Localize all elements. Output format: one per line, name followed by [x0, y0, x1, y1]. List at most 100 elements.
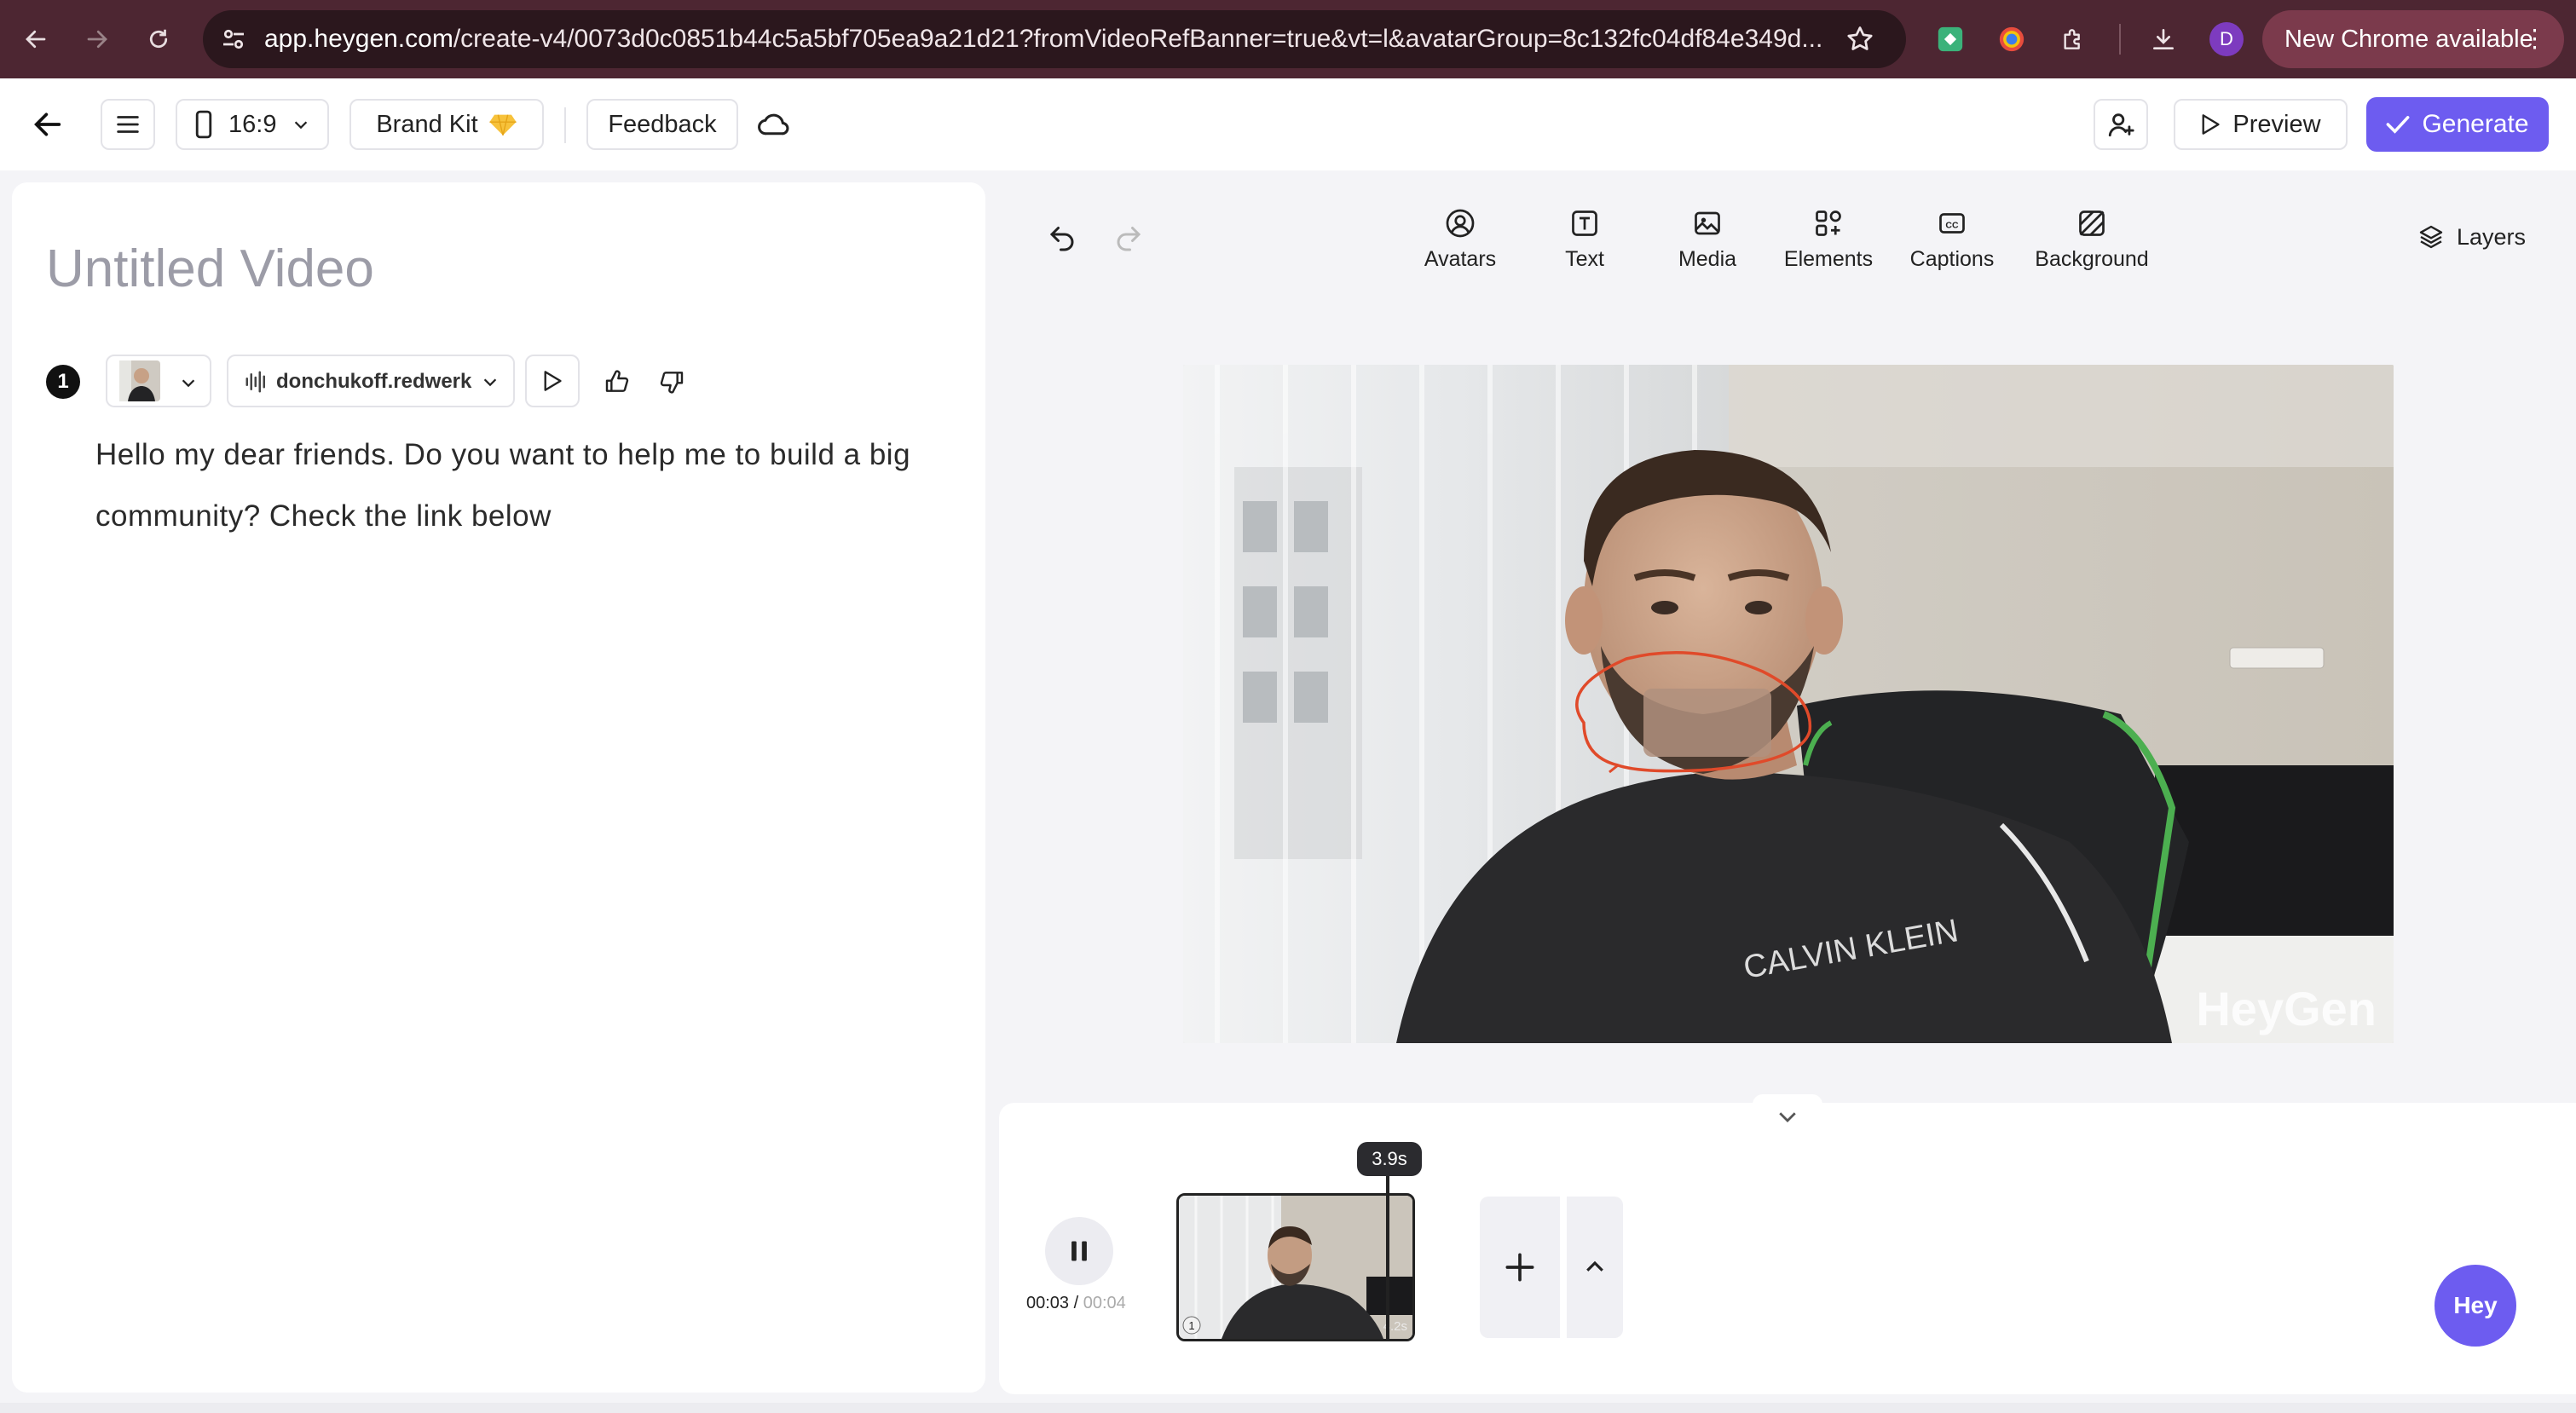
feedback-button[interactable]: Feedback: [586, 99, 738, 150]
extension-color-icon[interactable]: [1991, 19, 2032, 60]
avatar-select[interactable]: [106, 355, 211, 407]
clip-thumbnail: 1 4.2s: [1179, 1196, 1412, 1339]
menu-button[interactable]: [101, 99, 155, 150]
background-pattern-icon: [2079, 211, 2105, 236]
back-arrow-icon[interactable]: [15, 19, 56, 60]
heygen-watermark: HeyGen: [2196, 982, 2377, 1035]
tool-text[interactable]: Text: [1538, 208, 1632, 272]
toolbar-divider: [2119, 24, 2121, 55]
tool-avatars[interactable]: Avatars: [1405, 208, 1516, 272]
url-text: app.heygen.com/create-v4/0073d0c0851b44c…: [264, 25, 1823, 53]
profile-avatar[interactable]: D: [2209, 22, 2244, 56]
forward-arrow-icon[interactable]: [77, 19, 118, 60]
collapse-timeline-button[interactable]: [1753, 1094, 1822, 1139]
avatar-thumbnail: [119, 360, 160, 401]
timecode: 00:03 / 00:04: [1026, 1294, 1126, 1312]
diamond-icon: [489, 114, 517, 136]
add-scene-button[interactable]: [1480, 1197, 1560, 1338]
tool-label: Avatars: [1424, 247, 1497, 271]
svg-text:CC: CC: [1945, 220, 1959, 230]
tool-label: Media: [1678, 247, 1737, 271]
add-user-icon: [2108, 113, 2134, 137]
hamburger-icon: [117, 116, 139, 133]
tool-media[interactable]: Media: [1659, 208, 1756, 272]
tool-captions[interactable]: CC Captions: [1892, 208, 2012, 272]
clip-number: 1: [1188, 1319, 1194, 1332]
voice-name: donchukoff.redwerk: [276, 370, 472, 393]
tool-label: Text: [1565, 247, 1604, 271]
brand-kit-label: Brand Kit: [376, 110, 478, 138]
tool-label: Elements: [1783, 247, 1874, 271]
cloud-save-icon[interactable]: [757, 109, 791, 140]
window-bottom-edge: [0, 1403, 2576, 1413]
extension-green-icon[interactable]: [1930, 19, 1971, 60]
chrome-update-button[interactable]: New Chrome available ⋮: [2262, 10, 2564, 68]
tool-elements[interactable]: Elements: [1768, 208, 1889, 272]
layers-button[interactable]: Layers: [2417, 223, 2526, 251]
image-icon: [1695, 211, 1720, 235]
pause-button[interactable]: [1045, 1217, 1113, 1285]
chevron-down-icon: [483, 378, 497, 387]
chevron-down-icon: [1779, 1112, 1796, 1122]
layers-icon: [2419, 225, 2443, 249]
downloads-icon[interactable]: [2143, 19, 2184, 60]
thumbs-down-icon[interactable]: [658, 368, 685, 395]
more-vert-icon: ⋮: [2522, 26, 2547, 53]
undo-icon[interactable]: [1047, 222, 1077, 252]
extensions-puzzle-icon[interactable]: [2053, 19, 2094, 60]
feedback-label: Feedback: [608, 110, 717, 138]
share-button[interactable]: [2094, 99, 2148, 150]
script-panel: Untitled Video 1 donchukoff.redwerk Hell: [12, 182, 985, 1393]
play-icon: [544, 371, 562, 391]
avatar-video-frame: CALVIN KLEIN HeyGen: [1183, 365, 2394, 1043]
tool-background[interactable]: Background: [2019, 208, 2165, 272]
redo-icon[interactable]: [1113, 222, 1144, 252]
current-time: 00:03: [1026, 1294, 1070, 1312]
address-bar[interactable]: app.heygen.com/create-v4/0073d0c0851b44c…: [203, 10, 1906, 68]
captions-cc-icon: CC: [1939, 213, 1965, 234]
tool-label: Background: [2035, 247, 2149, 271]
chrome-update-label: New Chrome available: [2284, 26, 2533, 53]
brand-kit-button[interactable]: Brand Kit: [349, 99, 544, 150]
back-icon[interactable]: [31, 107, 65, 141]
aspect-ratio-value: 16:9: [228, 110, 277, 138]
aspect-ratio-select[interactable]: 16:9: [176, 99, 329, 150]
scene-clip[interactable]: 1 4.2s: [1176, 1193, 1415, 1341]
browser-toolbar: app.heygen.com/create-v4/0073d0c0851b44c…: [0, 0, 2576, 78]
generate-button[interactable]: Generate: [2366, 97, 2549, 152]
scene-options-button[interactable]: [1567, 1197, 1623, 1338]
audio-wave-icon: [245, 371, 265, 393]
bookmark-star-icon[interactable]: [1845, 24, 1875, 55]
site-settings-icon[interactable]: [218, 24, 249, 55]
check-icon: [2387, 116, 2410, 134]
total-time: 00:04: [1083, 1294, 1126, 1312]
help-chat-button[interactable]: Hey: [2434, 1265, 2516, 1347]
text-box-icon: [1572, 211, 1597, 236]
script-text[interactable]: Hello my dear friends. Do you want to he…: [95, 424, 914, 547]
playhead-time-label: 3.9s: [1357, 1142, 1422, 1176]
chevron-down-icon: [295, 121, 308, 130]
scene-number-badge: 1: [46, 365, 80, 399]
generate-label: Generate: [2422, 110, 2529, 138]
avatar-circle-icon: [1446, 209, 1475, 238]
play-icon: [2202, 114, 2221, 135]
reload-icon[interactable]: [138, 19, 179, 60]
play-voice-button[interactable]: [525, 355, 580, 407]
pause-icon: [1071, 1241, 1087, 1261]
layers-label: Layers: [2457, 223, 2527, 250]
video-title-input[interactable]: Untitled Video: [46, 239, 374, 299]
elements-icon: [1816, 211, 1841, 236]
phone-icon: [195, 110, 212, 139]
video-canvas[interactable]: CALVIN KLEIN HeyGen: [1183, 365, 2394, 1043]
thumbs-up-icon[interactable]: [604, 368, 631, 395]
tool-label: Captions: [1909, 247, 1995, 271]
chevron-down-icon: [182, 379, 195, 388]
playhead[interactable]: [1386, 1159, 1389, 1341]
canvas-toolbar: Avatars Text Media Elements CC Captions …: [997, 182, 2576, 302]
preview-button[interactable]: Preview: [2174, 99, 2348, 150]
scene-controls: 1 donchukoff.redwerk: [46, 349, 950, 407]
preview-label: Preview: [2232, 110, 2321, 138]
voice-select[interactable]: donchukoff.redwerk: [227, 355, 515, 407]
header-divider: [564, 107, 566, 143]
editor-header: 16:9 Brand Kit Feedback Preview Generate: [0, 78, 2576, 170]
